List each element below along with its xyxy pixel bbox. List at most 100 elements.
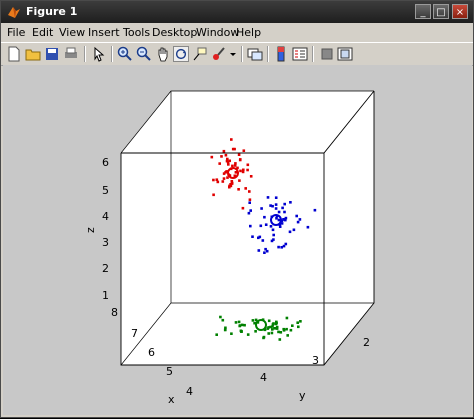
menu-help[interactable]: Help (236, 26, 261, 39)
rotate-3d-icon[interactable] (173, 46, 189, 62)
y-tick: 3 (312, 354, 319, 367)
figure-toolbar (1, 42, 473, 66)
scatter-point (277, 218, 281, 222)
z-tick: 2 (102, 262, 109, 275)
z-tick: 6 (102, 156, 109, 169)
legend-icon[interactable] (292, 46, 308, 62)
scatter-point (313, 208, 317, 212)
scatter-point (277, 210, 281, 214)
scatter-point (289, 201, 292, 204)
window-title: Figure 1 (26, 5, 78, 18)
scatter-point (260, 207, 263, 210)
toolbar-separator (312, 46, 314, 62)
link-plot-icon[interactable] (247, 46, 263, 62)
scatter-point (261, 239, 265, 242)
scatter-point (272, 238, 275, 241)
x-axis-label: x (168, 393, 175, 406)
z-tick: 5 (102, 184, 109, 197)
pan-icon[interactable] (155, 46, 171, 62)
scatter-point (292, 228, 296, 232)
scatter-point (298, 218, 302, 221)
close-button[interactable]: × (452, 4, 468, 19)
scatter-point (265, 249, 269, 253)
data-cursor-icon[interactable] (192, 46, 208, 62)
scatter-point (295, 214, 298, 218)
scatter-point (249, 209, 252, 212)
scatter-point (228, 185, 231, 189)
scatter-point (264, 223, 268, 226)
z-axis-ticks: 6 5 4 3 2 1 (102, 156, 109, 302)
colorbar-icon[interactable] (273, 46, 289, 62)
scatter-point (275, 325, 279, 329)
scatter-point (282, 218, 285, 221)
scatter-point (218, 162, 221, 165)
scatter-point (284, 216, 288, 220)
scatter-point (284, 242, 288, 246)
scatter-point (248, 190, 251, 193)
brush-icon[interactable] (211, 46, 227, 62)
scatter-point (246, 168, 249, 172)
scatter-point (249, 224, 252, 228)
scatter-point (241, 206, 245, 210)
x-tick: 8 (111, 306, 118, 319)
scatter-point (289, 328, 293, 332)
maximize-button[interactable]: □ (433, 4, 449, 19)
menu-edit[interactable]: Edit (32, 26, 53, 39)
title-bar[interactable]: Figure 1 _ □ × (1, 1, 473, 23)
matlab-logo-icon (8, 7, 20, 18)
scatter-point (241, 170, 245, 174)
menu-desktop[interactable]: Desktop (152, 26, 197, 39)
scatter-point (266, 327, 270, 330)
show-plot-tools-icon[interactable] (337, 46, 353, 62)
open-file-icon[interactable] (25, 46, 41, 62)
new-figure-icon[interactable] (6, 46, 22, 62)
menu-window[interactable]: Window (196, 26, 239, 39)
scatter-point (244, 187, 247, 190)
scatter-point (272, 233, 275, 237)
x-tick: 7 (131, 327, 138, 340)
menu-insert[interactable]: Insert (88, 26, 120, 39)
axes-box (120, 90, 375, 366)
zoom-out-icon[interactable] (136, 46, 152, 62)
scatter-point (275, 217, 278, 220)
scatter-point (238, 324, 241, 328)
x-tick: 6 (148, 346, 155, 359)
scatter-point (246, 163, 250, 167)
scatter-point (242, 149, 246, 152)
scatter-point (243, 323, 246, 327)
scatter-point (231, 164, 234, 168)
toolbar-separator (241, 46, 243, 62)
scatter-point (258, 235, 262, 239)
scatter-point (288, 230, 292, 234)
scatter-point (222, 172, 226, 175)
scatter-point (234, 321, 238, 324)
menu-file[interactable]: File (7, 26, 25, 39)
scatter-point (285, 316, 289, 320)
scatter-point (267, 332, 270, 335)
print-icon[interactable] (63, 46, 79, 62)
z-tick: 4 (102, 210, 109, 223)
scatter-point (237, 320, 241, 324)
scatter-point (306, 225, 310, 229)
zoom-in-icon[interactable] (117, 46, 133, 62)
scatter-point (263, 215, 266, 219)
minimize-button[interactable]: _ (415, 4, 431, 19)
scatter-point (271, 328, 274, 331)
menu-view[interactable]: View (59, 26, 85, 39)
figure-window: Figure 1 _ □ × File Edit View Insert Too… (0, 0, 474, 418)
save-icon[interactable] (44, 46, 60, 62)
brush-dropdown-icon[interactable] (229, 46, 237, 62)
pointer-icon[interactable] (91, 46, 107, 62)
scatter-point (266, 196, 270, 199)
scatter-point (299, 320, 302, 323)
menu-tools[interactable]: Tools (123, 26, 150, 39)
scatter-point (225, 159, 229, 163)
scatter-point (249, 175, 253, 178)
scatter-point (223, 328, 227, 332)
x-tick: 5 (166, 365, 173, 378)
y-tick: 2 (363, 336, 370, 349)
hide-plot-tools-icon[interactable] (319, 46, 335, 62)
scatter-point (254, 330, 257, 333)
toolbar-separator (84, 46, 86, 62)
scatter3-plot[interactable]: 6 5 4 3 2 1 z 8 7 6 5 4 x 2 3 4 y (3, 65, 472, 415)
